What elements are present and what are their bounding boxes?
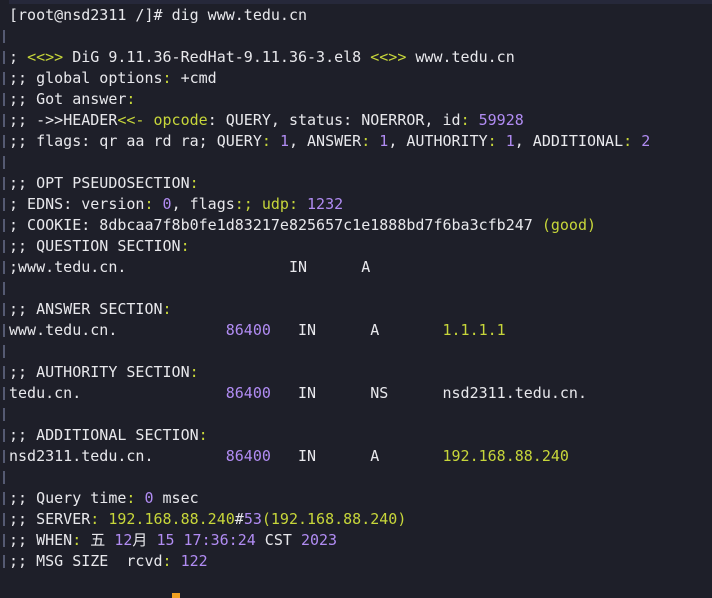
terminal-cursor	[172, 593, 180, 598]
question-section-line: ;; QUESTION SECTION:	[0, 236, 712, 257]
query-time-line: ;; Query time: 0 msec	[0, 488, 712, 509]
cookie-line: ; COOKIE: 8dbcaa7f8b0fe1d83217e825657c1e…	[0, 215, 712, 236]
question-record-line: ;www.tedu.cn. IN A	[0, 257, 712, 278]
msg-size-line: ;; MSG SIZE rcvd: 122	[0, 551, 712, 572]
shell-prompt: [root@nsd2311 /]#	[9, 6, 172, 24]
flags-line: ;; flags: qr aa rd ra; QUERY: 1, ANSWER:…	[0, 131, 712, 152]
blank-line	[0, 467, 712, 488]
answer-record-line: www.tedu.cn. 86400 IN A 1.1.1.1	[0, 320, 712, 341]
edns-line: ; EDNS: version: 0, flags:; udp: 1232	[0, 194, 712, 215]
prompt-line: [root@nsd2311 /]# dig www.tedu.cn	[0, 5, 712, 26]
when-line: ;; WHEN: 五 12月 15 17:36:24 CST 2023	[0, 530, 712, 551]
got-answer-line: ;; Got answer:	[0, 89, 712, 110]
global-options-line: ;; global options: +cmd	[0, 68, 712, 89]
blank-line	[0, 341, 712, 362]
answer-section-line: ;; ANSWER SECTION:	[0, 299, 712, 320]
blank-line	[0, 278, 712, 299]
additional-section-line: ;; ADDITIONAL SECTION:	[0, 425, 712, 446]
authority-section-line: ;; AUTHORITY SECTION:	[0, 362, 712, 383]
server-line: ;; SERVER: 192.168.88.240#53(192.168.88.…	[0, 509, 712, 530]
answer-ip: 1.1.1.1	[442, 321, 506, 339]
command-text: dig www.tedu.cn	[171, 6, 308, 24]
opt-section-line: ;; OPT PSEUDOSECTION:	[0, 173, 712, 194]
additional-record-line: nsd2311.tedu.cn. 86400 IN A 192.168.88.2…	[0, 446, 712, 467]
additional-ip: 192.168.88.240	[442, 447, 569, 465]
blank-line	[0, 152, 712, 173]
authority-record-line: tedu.cn. 86400 IN NS nsd2311.tedu.cn.	[0, 383, 712, 404]
blank-line	[0, 26, 712, 47]
terminal-output[interactable]: [root@nsd2311 /]# dig www.tedu.cn ; <<>>…	[0, 5, 712, 572]
blank-line	[0, 404, 712, 425]
query-id: 59928	[478, 111, 524, 129]
terminal-top-strip	[0, 0, 712, 4]
dig-banner-line: ; <<>> DiG 9.11.36-RedHat-9.11.36-3.el8 …	[0, 47, 712, 68]
header-line: ;; ->>HEADER<<- opcode: QUERY, status: N…	[0, 110, 712, 131]
